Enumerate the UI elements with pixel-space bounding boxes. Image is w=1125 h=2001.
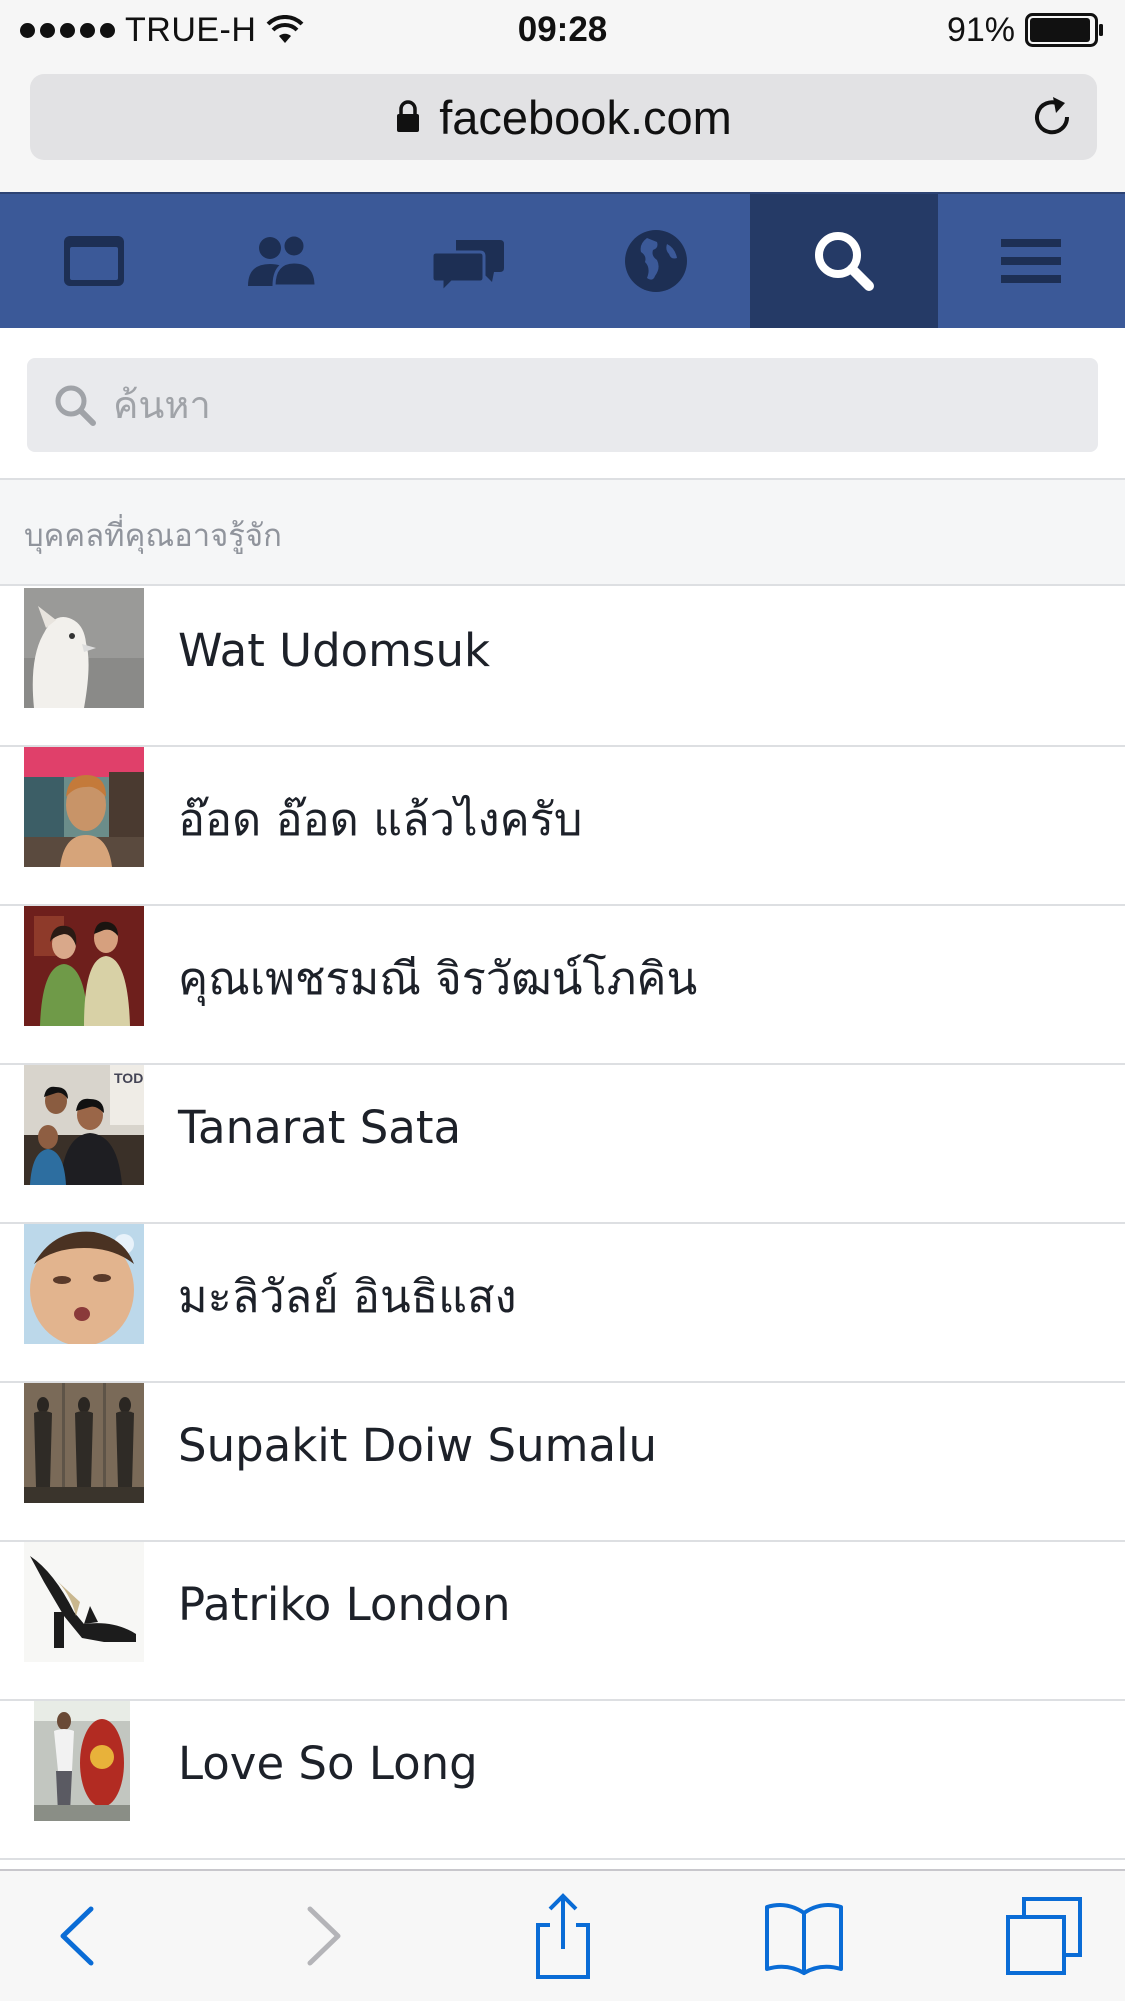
menu-icon [1001, 239, 1062, 283]
back-chevron-icon [60, 1906, 94, 1966]
person-name[interactable]: คุณเพชรมณี จิรวัฒน์โภคิน [178, 942, 697, 1014]
avatar [24, 1383, 144, 1503]
person-name[interactable]: Tanarat Sata [178, 1101, 461, 1154]
lock-icon [397, 100, 420, 132]
address-bar-content: facebook.com [30, 74, 1097, 160]
nav-menu[interactable] [938, 194, 1125, 328]
person-name[interactable]: Wat Udomsuk [178, 624, 490, 677]
list-item[interactable]: Supakit Doiw Sumalu [0, 1383, 1125, 1542]
browser-toolbar [0, 1869, 1125, 2001]
list-item[interactable]: Patriko London [0, 1542, 1125, 1701]
url-text: facebook.com [439, 90, 732, 144]
search-icon [814, 232, 874, 291]
battery-percentage: 91% [946, 10, 1015, 49]
list-item[interactable]: อ๊อด อ๊อด แล้วไงครับ [0, 747, 1125, 906]
section-title: บุคคลที่คุณอาจรู้จัก [24, 518, 282, 554]
list-item[interactable]: มะลิวัลย์ อินธิแสง [0, 1224, 1125, 1383]
avatar [24, 588, 144, 708]
person-name[interactable]: Supakit Doiw Sumalu [178, 1419, 657, 1472]
share-button[interactable] [513, 1886, 613, 1986]
address-bar[interactable]: facebook.com [30, 74, 1097, 160]
nav-messages[interactable] [375, 194, 563, 328]
person-name[interactable]: Patriko London [178, 1578, 511, 1631]
nav-notifications[interactable] [563, 194, 751, 328]
people-you-may-know-header: บุคคลที่คุณอาจรู้จัก [0, 480, 1125, 586]
nav-news-feed[interactable] [0, 194, 188, 328]
list-item[interactable]: TOD Tanarat Sata [0, 1065, 1125, 1224]
forward-chevron-icon [307, 1906, 341, 1966]
forward-button[interactable] [271, 1886, 371, 1986]
messages-icon [430, 240, 504, 296]
search-section [0, 328, 1125, 480]
list-item[interactable]: คุณเพชรมณี จิรวัฒน์โภคิน [0, 906, 1125, 1065]
avatar [24, 747, 144, 867]
avatar: TOD [24, 1065, 144, 1185]
search-magnifier-icon [55, 385, 96, 426]
avatar [24, 1542, 144, 1662]
tabs-button[interactable] [995, 1886, 1095, 1986]
list-item[interactable]: Wat Udomsuk [0, 588, 1125, 747]
friends-icon [248, 233, 318, 288]
avatar [24, 1701, 144, 1821]
notifications-globe-icon [625, 230, 688, 292]
status-right: 91% [947, 8, 1105, 52]
person-name[interactable]: อ๊อด อ๊อด แล้วไงครับ [178, 783, 582, 855]
person-name[interactable]: มะลิวัลย์ อินธิแสง [178, 1260, 517, 1332]
nav-search[interactable] [750, 194, 938, 328]
person-name[interactable]: Love So Long [178, 1737, 478, 1790]
share-icon [535, 1893, 590, 1979]
nav-friends[interactable] [188, 194, 376, 328]
avatar [24, 906, 144, 1026]
browser-address-area: facebook.com [0, 60, 1125, 192]
search-box[interactable] [27, 358, 1098, 452]
news-feed-icon [63, 236, 124, 286]
bookmarks-button[interactable] [754, 1886, 854, 1986]
facebook-nav-bar [0, 192, 1125, 328]
search-input[interactable] [113, 383, 1013, 427]
tabs-icon [1006, 1897, 1082, 1975]
bookmarks-book-icon [764, 1903, 843, 1975]
list-item[interactable]: Love So Long [0, 1701, 1125, 1860]
people-list: Wat Udomsuk อ๊อด อ๊อด แล้วไงครับ คุณเพชร… [0, 588, 1125, 1870]
avatar [24, 1224, 144, 1344]
battery-icon [1025, 13, 1103, 47]
back-button[interactable] [30, 1886, 130, 1986]
reload-icon[interactable] [1029, 94, 1075, 140]
status-bar: TRUE-H 09:28 91% [0, 0, 1125, 60]
svg-text:TOD: TOD [114, 1070, 143, 1086]
